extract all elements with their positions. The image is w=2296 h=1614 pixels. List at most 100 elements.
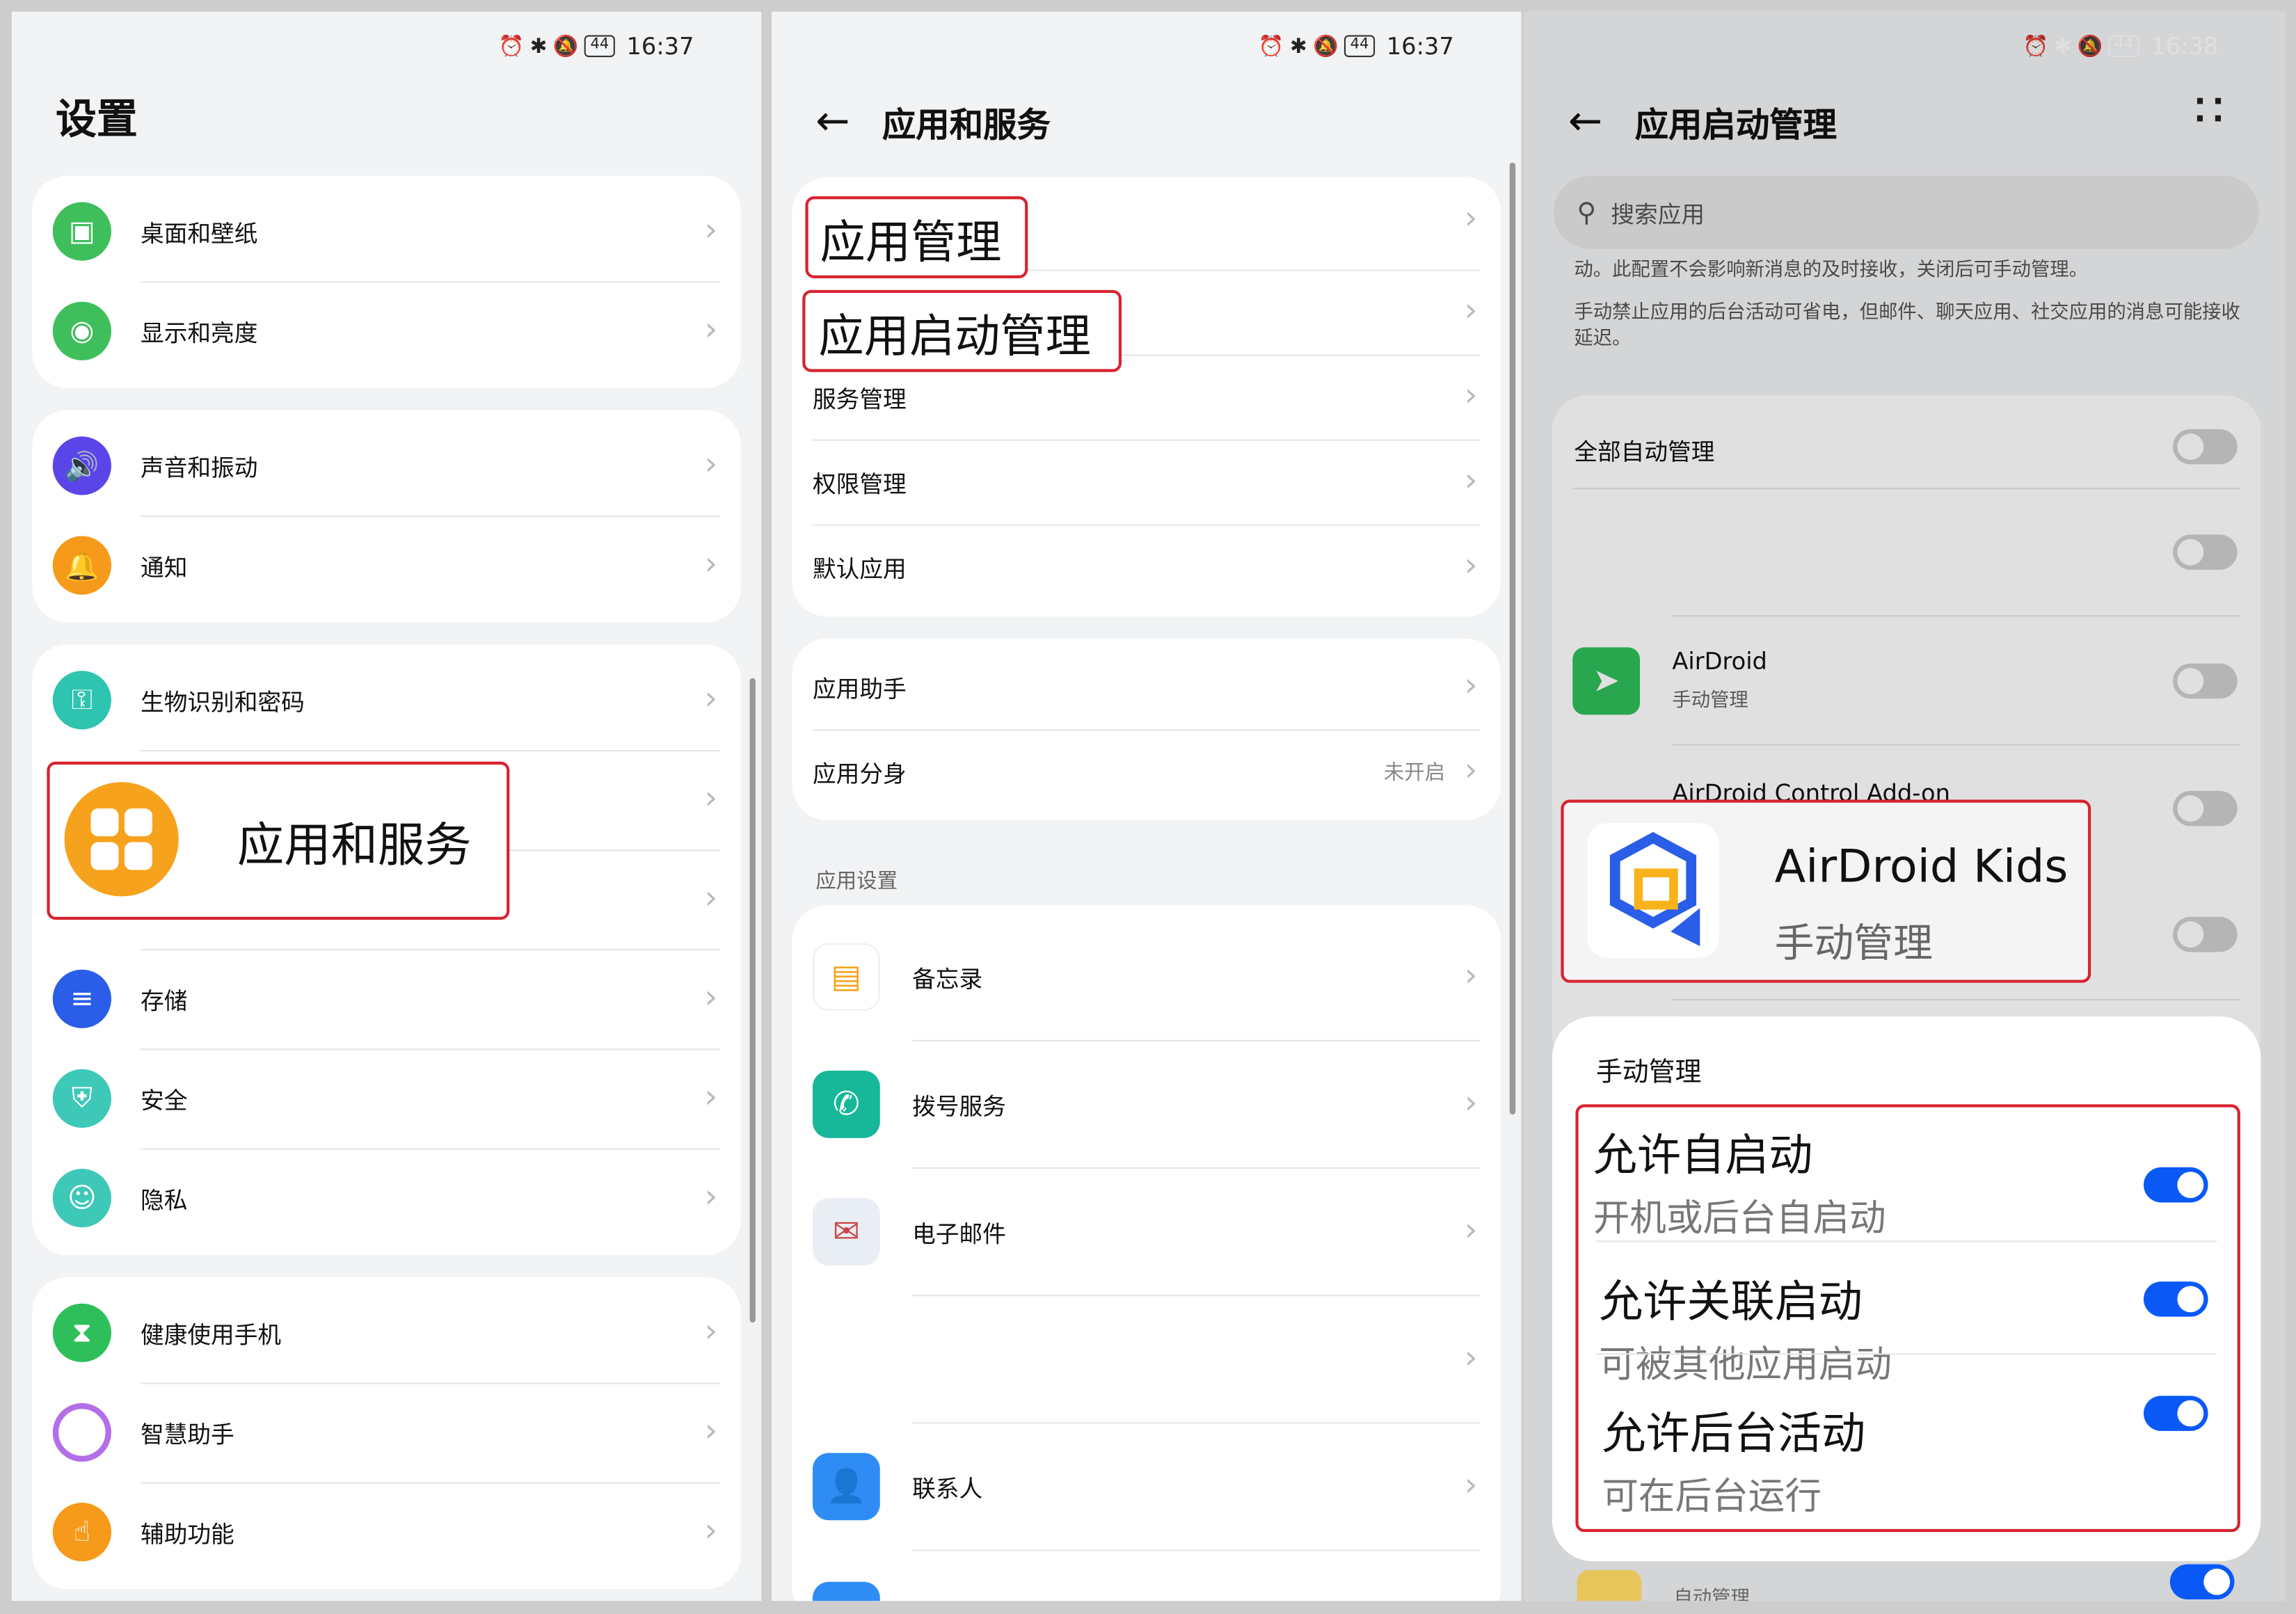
settings-item-security[interactable]: ⛨ 安全 › bbox=[32, 1048, 741, 1148]
chevron-right-icon: › bbox=[1464, 1340, 1478, 1377]
shield-icon: ⛨ bbox=[52, 1069, 111, 1128]
chevron-right-icon: › bbox=[704, 680, 718, 718]
callout-app-management[interactable]: 应用管理 bbox=[805, 196, 1028, 279]
app-launch-screen: ⏰ ✱ 🔕 44 16:38 ← 应用启动管理 ⁚⁚ ⚲ 搜索应用 动。此配置不… bbox=[1524, 11, 2286, 1601]
chevron-right-icon: › bbox=[704, 312, 718, 349]
settings-item-wallpaper[interactable]: ▣ 桌面和壁纸 › bbox=[32, 182, 741, 281]
app-item-email[interactable]: ✉ 电子邮件 › bbox=[792, 1169, 1501, 1295]
scrollbar[interactable] bbox=[1509, 162, 1516, 1115]
option-sub: 可在后台运行 bbox=[1602, 1475, 1822, 1518]
clock: 16:37 bbox=[1386, 32, 1454, 61]
option-label: 允许后台活动 bbox=[1602, 1409, 1866, 1460]
chevron-right-icon: › bbox=[704, 1413, 718, 1451]
settings-item-label: 健康使用手机 bbox=[141, 1320, 282, 1349]
allow-background-toggle[interactable] bbox=[2143, 1396, 2208, 1431]
item-label: 应用分身 bbox=[812, 760, 907, 788]
apps-services-screen: ⏰ ✱ 🔕 44 16:37 ← 应用和服务 › › 服务管理 › 权限管理 ›… bbox=[772, 11, 1522, 1601]
chevron-right-icon: › bbox=[704, 880, 718, 917]
eye-icon: ◉ bbox=[52, 301, 111, 360]
app-toggle[interactable] bbox=[2169, 1564, 2235, 1599]
app-label: 备忘录 bbox=[912, 965, 983, 993]
back-arrow-icon[interactable]: ← bbox=[815, 100, 850, 142]
settings-item-storage[interactable]: ≡ 存储 › bbox=[32, 949, 741, 1048]
status-bar: ⏰ ✱ 🔕 44 16:37 bbox=[1259, 32, 1454, 60]
settings-item-notification[interactable]: 🔔 通知 › bbox=[32, 516, 741, 615]
manual-management-sheet: 手动管理 允许自启动 开机或后台自启动 允许关联启动 可被其他应用启动 允许后台… bbox=[1552, 1016, 2261, 1562]
option-label: 允许关联启动 bbox=[1599, 1277, 1863, 1329]
settings-item-accessibility[interactable]: ☝ 辅助功能 › bbox=[32, 1483, 741, 1582]
settings-item-label: 桌面和壁纸 bbox=[141, 219, 258, 248]
chevron-right-icon: › bbox=[1464, 668, 1478, 705]
callout-label: 应用启动管理 bbox=[818, 310, 1091, 363]
status-bar: ⏰ ✱ 🔕 44 16:37 bbox=[499, 32, 694, 60]
bell-icon: 🔔 bbox=[52, 536, 111, 595]
battery-icon: 44 bbox=[584, 35, 615, 58]
settings-group-1: ▣ 桌面和壁纸 › ◉ 显示和亮度 › bbox=[32, 175, 741, 388]
settings-item-label: 生物识别和密码 bbox=[141, 688, 305, 717]
highlight-box bbox=[47, 761, 510, 920]
chevron-right-icon: › bbox=[1464, 957, 1478, 995]
mute-icon: 🔕 bbox=[552, 34, 579, 58]
privacy-icon: ☺ bbox=[52, 1169, 111, 1228]
app-item-dialer[interactable]: ✆ 拨号服务 › bbox=[792, 1041, 1501, 1167]
header: ← 应用和服务 bbox=[815, 97, 1051, 147]
item-app-twin[interactable]: 应用分身 未开启 › bbox=[792, 729, 1501, 814]
chevron-right-icon: › bbox=[704, 1313, 718, 1351]
settings-item-health[interactable]: ⧗ 健康使用手机 › bbox=[32, 1283, 741, 1382]
bluetooth-icon: ✱ bbox=[1290, 34, 1307, 58]
settings-item-label: 通知 bbox=[141, 553, 188, 582]
notes-icon: ▤ bbox=[812, 943, 880, 1011]
item-label: 默认应用 bbox=[812, 554, 907, 583]
bluetooth-icon: ✱ bbox=[529, 34, 548, 58]
battery-icon: 44 bbox=[1344, 35, 1375, 58]
kids-app-name: AirDroid Kids bbox=[1774, 840, 2068, 894]
app-item-notes[interactable]: ▤ 备忘录 › bbox=[792, 914, 1501, 1040]
app-helper-group: 应用助手 › 应用分身 未开启 › bbox=[792, 638, 1501, 820]
app-label: 电子邮件 bbox=[912, 1220, 1006, 1248]
settings-group-4: ⧗ 健康使用手机 › 智慧助手 › ☝ 辅助功能 › bbox=[32, 1277, 741, 1590]
settings-item-privacy[interactable]: ☺ 隐私 › bbox=[32, 1149, 741, 1248]
chevron-right-icon: › bbox=[1464, 548, 1478, 585]
chevron-right-icon: › bbox=[1464, 293, 1478, 330]
settings-item-label: 安全 bbox=[141, 1087, 188, 1115]
item-permission[interactable]: 权限管理 › bbox=[792, 440, 1501, 525]
item-default-apps[interactable]: 默认应用 › bbox=[792, 525, 1501, 609]
item-app-helper[interactable]: 应用助手 › bbox=[792, 644, 1501, 729]
app-item-hidden[interactable]: › bbox=[792, 1296, 1501, 1422]
settings-item-sound[interactable]: 🔊 声音和振动 › bbox=[32, 416, 741, 516]
chevron-right-icon: › bbox=[1464, 463, 1478, 500]
callout-app-launch[interactable]: 应用启动管理 bbox=[802, 289, 1122, 372]
chevron-right-icon: › bbox=[704, 980, 718, 1017]
airdroid-kids-callout[interactable]: AirDroid Kids 手动管理 bbox=[1561, 799, 2091, 983]
app-icon bbox=[812, 1581, 880, 1601]
settings-item-label: 智慧助手 bbox=[141, 1421, 234, 1449]
mute-icon: 🔕 bbox=[1313, 34, 1339, 58]
chevron-right-icon: › bbox=[704, 781, 718, 817]
alarm-icon: ⏰ bbox=[498, 34, 525, 58]
chevron-right-icon: › bbox=[704, 546, 718, 583]
hand-icon: ☝ bbox=[52, 1503, 111, 1562]
settings-item-biometrics[interactable]: ⚿ 生物识别和密码 › bbox=[32, 650, 741, 750]
status-value: 未开启 bbox=[1383, 761, 1446, 785]
chevron-right-icon: › bbox=[704, 447, 718, 484]
sheet-title: 手动管理 bbox=[1595, 1057, 1702, 1089]
allow-autostart-toggle[interactable] bbox=[2143, 1167, 2208, 1203]
allow-linked-start-toggle[interactable] bbox=[2143, 1281, 2208, 1317]
item-label: 服务管理 bbox=[812, 385, 907, 413]
app-icon bbox=[1577, 1569, 1642, 1601]
settings-group-2: 🔊 声音和振动 › 🔔 通知 › bbox=[32, 410, 741, 623]
chevron-right-icon: › bbox=[704, 212, 718, 249]
settings-item-label: 声音和振动 bbox=[141, 454, 258, 482]
app-item-contacts[interactable]: 👤 联系人 › bbox=[792, 1423, 1501, 1549]
app-status: 自动管理 bbox=[1673, 1588, 1750, 1601]
app-label: 拨号服务 bbox=[912, 1092, 1006, 1121]
option-label: 允许自启动 bbox=[1593, 1130, 1813, 1182]
option-sub: 开机或后台自启动 bbox=[1593, 1197, 1886, 1240]
settings-item-assistant[interactable]: 智慧助手 › bbox=[32, 1382, 741, 1482]
callout-label: 应用管理 bbox=[820, 216, 1002, 269]
scrollbar[interactable] bbox=[749, 678, 756, 1323]
settings-item-display[interactable]: ◉ 显示和亮度 › bbox=[32, 281, 741, 381]
chevron-right-icon: › bbox=[1464, 378, 1478, 415]
picture-icon: ▣ bbox=[52, 202, 111, 261]
chevron-right-icon: › bbox=[704, 1178, 718, 1216]
